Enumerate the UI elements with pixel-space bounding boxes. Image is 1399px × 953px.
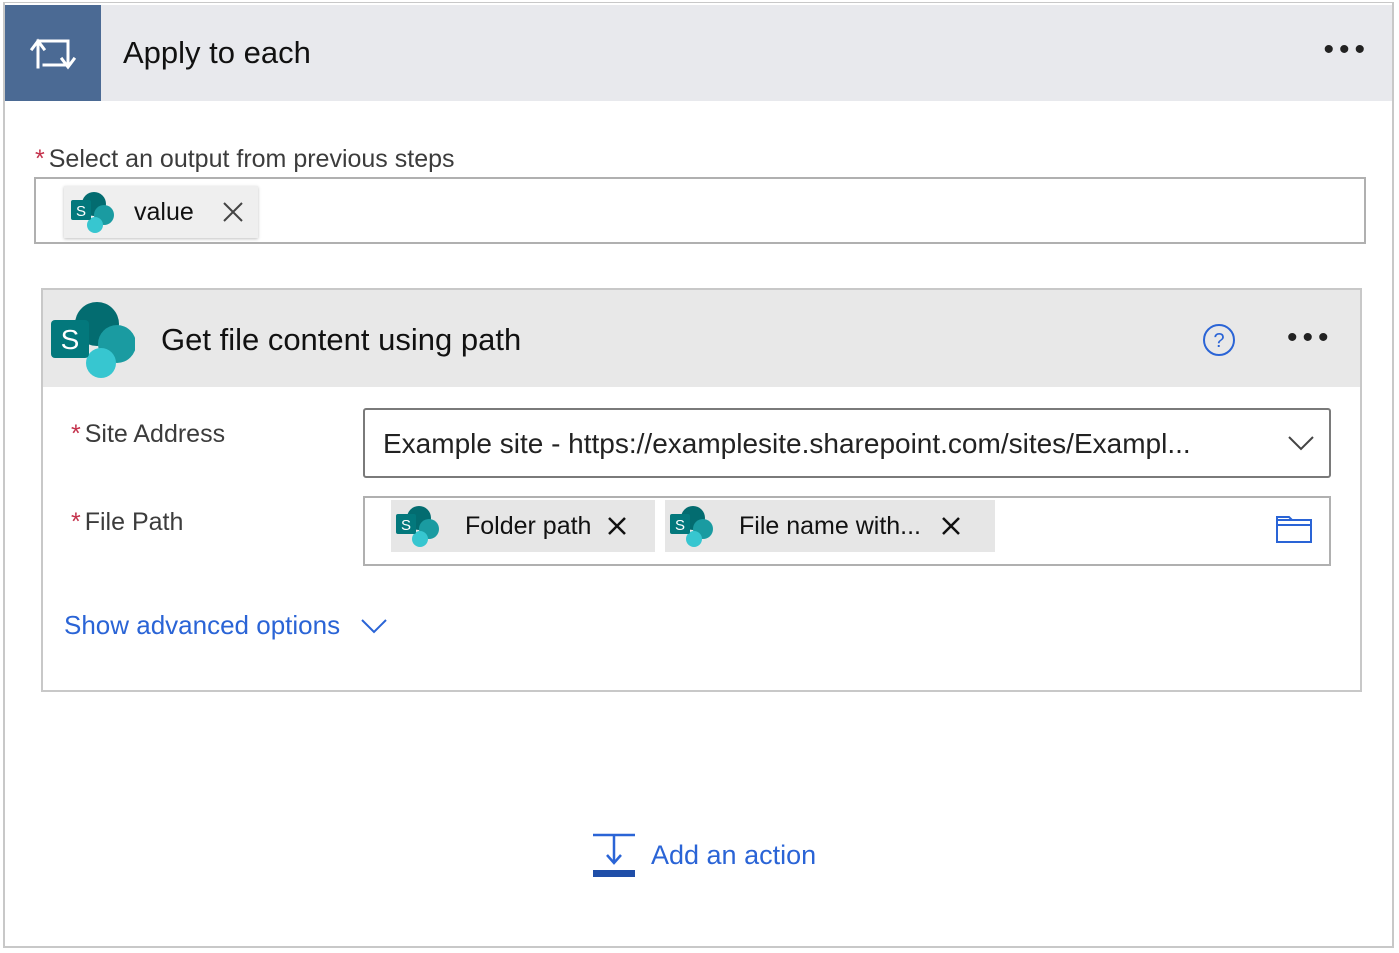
loop-title: Apply to each	[123, 35, 311, 70]
svg-text:?: ?	[1213, 330, 1224, 352]
help-icon[interactable]: ?	[1201, 322, 1237, 363]
show-advanced-options-link[interactable]: Show advanced options	[64, 610, 388, 641]
add-action-icon	[593, 833, 635, 877]
add-an-action-button[interactable]: Add an action	[591, 832, 816, 878]
output-select-field[interactable]: S value	[34, 177, 1366, 244]
loop-more-menu-button[interactable]: •••	[1323, 35, 1370, 65]
file-path-label: * File Path	[71, 508, 183, 537]
chevron-down-icon	[361, 618, 387, 633]
dynamic-token-file-name[interactable]: S File name with...	[665, 500, 995, 552]
apply-to-each-card: Apply to each ••• * Select an output from…	[3, 3, 1394, 948]
token-label: File name with...	[739, 511, 922, 540]
loop-icon	[29, 38, 77, 70]
sharepoint-icon: S	[51, 302, 135, 378]
action-title: Get file content using path	[161, 322, 522, 357]
remove-token-icon[interactable]	[941, 516, 961, 536]
site-address-label: * Site Address	[71, 420, 225, 449]
svg-text:S: S	[675, 517, 685, 534]
folder-icon[interactable]	[1275, 514, 1313, 549]
dynamic-token-folder-path[interactable]: S Folder path	[391, 500, 655, 552]
file-path-input[interactable]: S Folder path S File name with...	[363, 496, 1331, 566]
site-address-label-text: Site Address	[84, 420, 226, 448]
advanced-options-label: Show advanced options	[64, 610, 341, 640]
sharepoint-icon: S	[670, 506, 713, 547]
remove-token-icon[interactable]	[607, 516, 627, 536]
token-label: Folder path	[465, 511, 592, 540]
output-field-label: * Select an output from previous steps	[35, 145, 455, 174]
required-mark: *	[35, 145, 45, 173]
token-label: value	[134, 197, 194, 226]
required-mark: *	[71, 420, 81, 448]
action-more-menu-button[interactable]: •••	[1287, 323, 1334, 353]
site-address-dropdown[interactable]: Example site - https://examplesite.share…	[363, 408, 1331, 478]
svg-text:S: S	[76, 203, 86, 220]
dynamic-token-value[interactable]: S value	[64, 186, 258, 238]
remove-token-icon[interactable]	[222, 201, 244, 223]
svg-text:S: S	[401, 517, 411, 534]
svg-text:S: S	[61, 324, 80, 355]
action-card-get-file-content: S Get file content using path ? ••• * Sit…	[41, 288, 1362, 692]
add-action-label: Add an action	[651, 839, 817, 870]
loop-header[interactable]: Apply to each •••	[5, 5, 1392, 101]
output-field-label-text: Select an output from previous steps	[48, 145, 455, 173]
required-mark: *	[71, 508, 81, 536]
file-path-label-text: File Path	[84, 508, 184, 536]
sharepoint-icon: S	[71, 192, 114, 233]
sharepoint-icon: S	[396, 506, 439, 547]
action-card-header[interactable]: S Get file content using path ? •••	[43, 290, 1360, 387]
loop-icon-box	[5, 5, 101, 101]
chevron-down-icon	[1287, 434, 1315, 457]
site-address-value: Example site - https://examplesite.share…	[383, 428, 1191, 459]
